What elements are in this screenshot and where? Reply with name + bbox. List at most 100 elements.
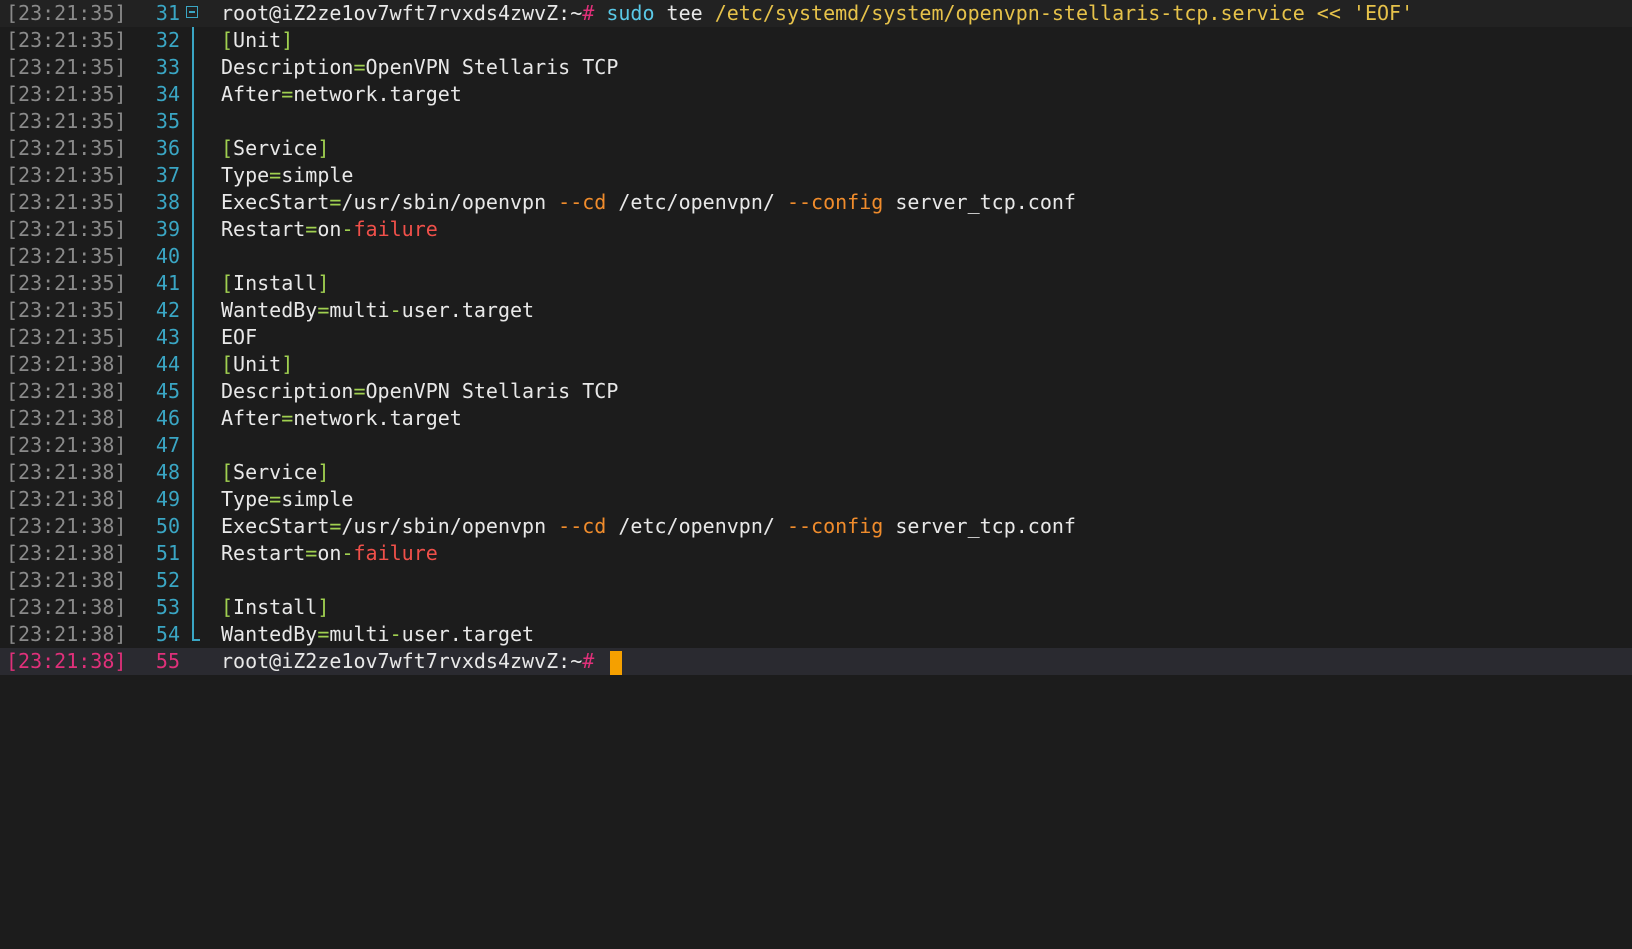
config-key: Type — [221, 487, 270, 511]
flag: --config — [786, 190, 884, 214]
line-number: 50 — [155, 514, 180, 538]
line-number: 53 — [155, 595, 180, 619]
timestamp: [23:21:38] — [6, 433, 127, 457]
timestamp: [23:21:38] — [6, 379, 127, 403]
line-content: [Unit] — [221, 27, 293, 54]
bracket: ] — [317, 136, 330, 160]
config-key: ExecStart — [221, 190, 330, 214]
fold-guide — [192, 540, 194, 567]
section-name: Install — [233, 595, 318, 619]
fold-guide — [192, 108, 194, 135]
line-number: 54 — [155, 622, 180, 646]
line-content: After=network.target — [221, 81, 462, 108]
line-content: After=network.target — [221, 405, 462, 432]
fold-guide — [192, 54, 194, 81]
equals: = — [305, 541, 318, 565]
config-value: simple — [281, 487, 354, 511]
fold-guide — [192, 135, 194, 162]
timestamp: [23:21:35] — [6, 109, 127, 133]
timestamp: [23:21:35] — [6, 1, 127, 25]
fold-guide — [192, 243, 194, 270]
fold-guide — [192, 378, 194, 405]
terminal-line: [23:21:35] 38 ExecStart=/usr/sbin/openvpn … — [0, 189, 1632, 216]
fold-guide — [192, 459, 194, 486]
fold-guide — [192, 594, 194, 621]
equals: = — [329, 190, 342, 214]
timestamp: [23:21:38] — [6, 622, 127, 646]
config-key: WantedBy — [221, 298, 318, 322]
terminal-line: [23:21:35] 41 [Install] — [0, 270, 1632, 297]
timestamp: [23:21:35] — [6, 136, 127, 160]
bracket: [ — [221, 460, 234, 484]
line-content: [Install] — [221, 270, 329, 297]
fold-guide — [192, 324, 194, 351]
bracket: [ — [221, 271, 234, 295]
config-value: /etc/openvpn/ — [606, 190, 787, 214]
line-content: [Unit] — [221, 351, 293, 378]
terminal-window[interactable]: [23:21:35] 31 root@iZ2ze1ov7wft7rvxds4zwvZ… — [0, 0, 1632, 949]
line-content: [Service] — [221, 135, 329, 162]
config-key: After — [221, 82, 282, 106]
line-number: 47 — [155, 433, 180, 457]
config-key: WantedBy — [221, 622, 318, 646]
fold-guide — [192, 189, 194, 216]
config-key: ExecStart — [221, 514, 330, 538]
dash: - — [389, 622, 402, 646]
equals: = — [305, 217, 318, 241]
timestamp: [23:21:38] — [6, 541, 127, 565]
config-key: Type — [221, 163, 270, 187]
timestamp: [23:21:35] — [6, 28, 127, 52]
timestamp: [23:21:35] — [6, 82, 127, 106]
equals: = — [281, 406, 294, 430]
terminal-line: [23:21:35] 37 Type=simple — [0, 162, 1632, 189]
config-value: OpenVPN Stellaris TCP — [365, 55, 619, 79]
config-value: failure — [353, 217, 438, 241]
terminal-line: [23:21:35] 39 Restart=on-failure — [0, 216, 1632, 243]
timestamp: [23:21:35] — [6, 271, 127, 295]
config-value: on — [317, 217, 342, 241]
fold-collapse-icon[interactable] — [186, 6, 198, 18]
heredoc-delimiter: 'EOF' — [1352, 1, 1414, 25]
line-number: 43 — [155, 325, 180, 349]
terminal-line: [23:21:38] 51 Restart=on-failure — [0, 540, 1632, 567]
timestamp: [23:21:38] — [6, 487, 127, 511]
config-value: simple — [281, 163, 354, 187]
line-content: Type=simple — [221, 162, 353, 189]
terminal-line: [23:21:35] 31 root@iZ2ze1ov7wft7rvxds4zwvZ… — [0, 0, 1632, 27]
command-path: /etc/systemd/system/openvpn-stellaris-tc… — [714, 1, 1305, 25]
line-content: ExecStart=/usr/sbin/openvpn --cd /etc/op… — [221, 189, 1076, 216]
timestamp: [23:21:35] — [6, 325, 127, 349]
equals: = — [281, 82, 294, 106]
fold-guide — [192, 216, 194, 243]
terminal-line: [23:21:38] 55 root@iZ2ze1ov7wft7rvxds4zwvZ… — [0, 648, 1632, 675]
heredoc-operator: << — [1316, 1, 1341, 25]
terminal-line: [23:21:35] 42 WantedBy=multi-user.target — [0, 297, 1632, 324]
line-number: 46 — [155, 406, 180, 430]
terminal-line: [23:21:35] 32 [Unit] — [0, 27, 1632, 54]
config-value: multi — [329, 298, 390, 322]
terminal-line: [23:21:35] 43 EOF — [0, 324, 1632, 351]
fold-guide — [192, 432, 194, 459]
cursor-block[interactable] — [610, 650, 623, 675]
fold-guide — [192, 405, 194, 432]
bracket: [ — [221, 136, 234, 160]
timestamp: [23:21:35] — [6, 190, 127, 214]
timestamp: [23:21:35] — [6, 244, 127, 268]
timestamp: [23:21:38] — [6, 460, 127, 484]
line-number: 35 — [155, 109, 180, 133]
config-key: Description — [221, 379, 354, 403]
terminal-line: [23:21:35] 35 — [0, 108, 1632, 135]
line-number: 49 — [155, 487, 180, 511]
flag: --config — [786, 514, 884, 538]
terminal-output: [23:21:35] 31 root@iZ2ze1ov7wft7rvxds4zwvZ… — [0, 0, 1632, 675]
line-number: 42 — [155, 298, 180, 322]
terminal-line: [23:21:35] 34 After=network.target — [0, 81, 1632, 108]
heredoc-end: EOF — [221, 325, 258, 349]
command-sub: tee — [666, 1, 703, 25]
flag: --cd — [558, 514, 607, 538]
config-value: network.target — [293, 406, 462, 430]
terminal-line: [23:21:38] 53 [Install] — [0, 594, 1632, 621]
bracket: [ — [221, 352, 234, 376]
line-content: WantedBy=multi-user.target — [221, 621, 534, 648]
fold-guide — [192, 162, 194, 189]
